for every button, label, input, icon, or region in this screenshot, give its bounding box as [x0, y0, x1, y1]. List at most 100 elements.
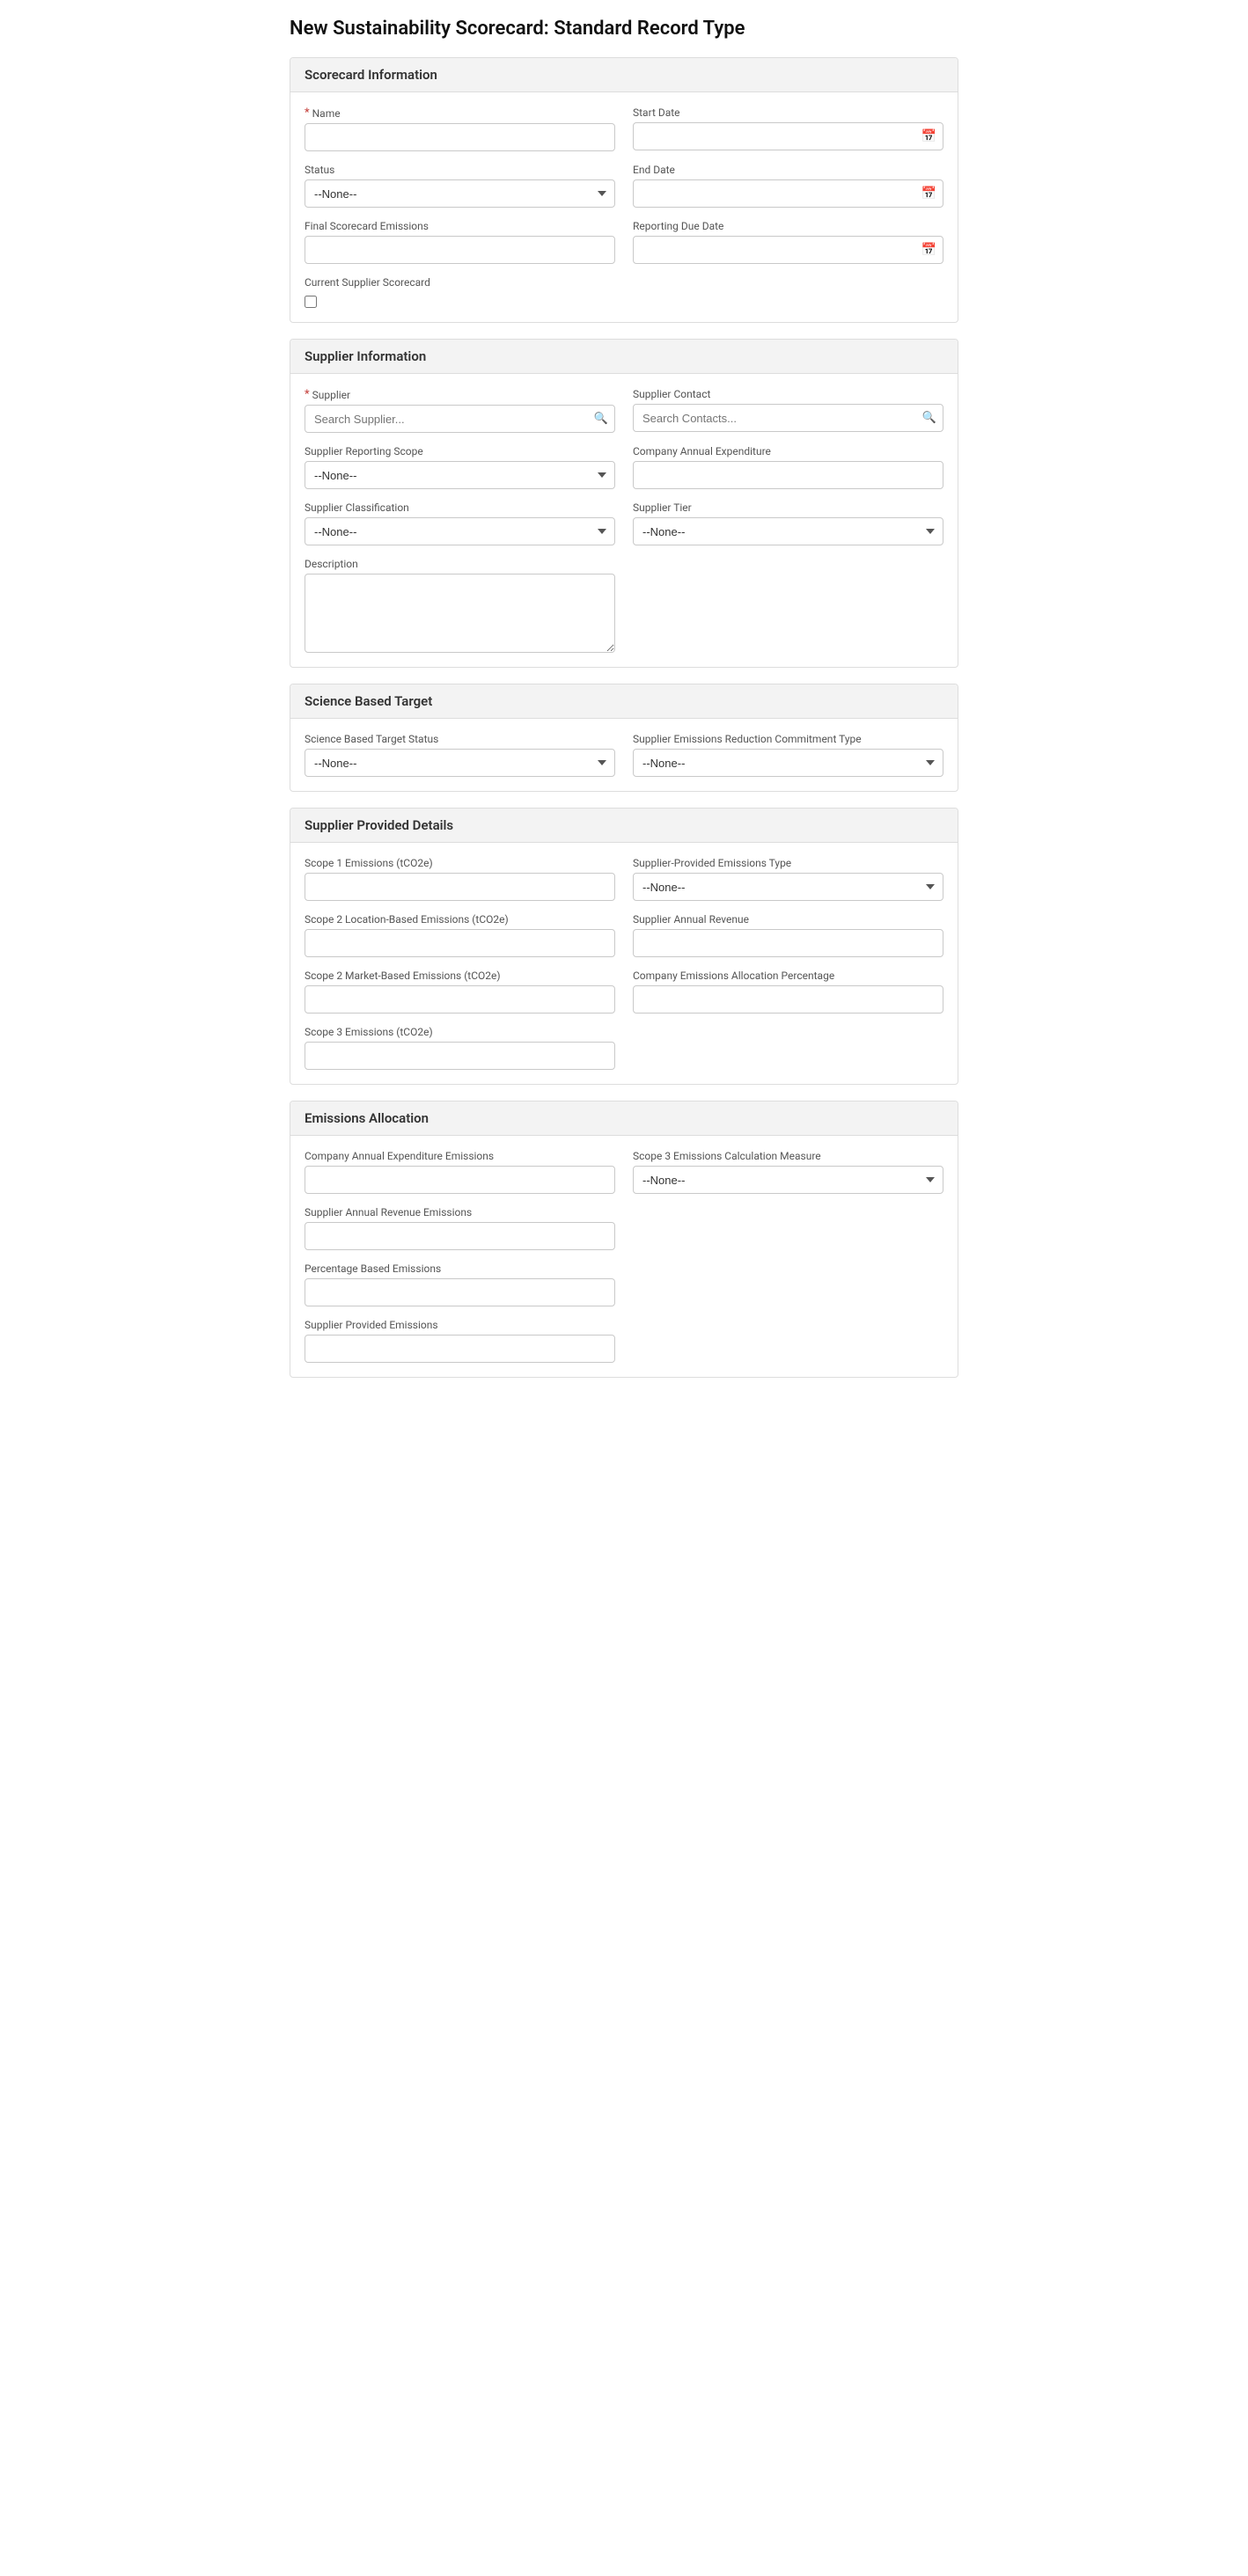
supplier-information-header: Supplier Information — [290, 340, 958, 374]
end-date-wrapper: 📅 — [633, 179, 943, 208]
company-annual-expenditure-emissions-input[interactable] — [305, 1166, 615, 1194]
company-annual-expenditure-label: Company Annual Expenditure — [633, 445, 943, 457]
supplier-information-section: Supplier Information * Supplier 🔍 Suppli… — [290, 339, 958, 668]
scope-3-emissions-calculation-measure-label: Scope 3 Emissions Calculation Measure — [633, 1150, 943, 1162]
scorecard-information-section: Scorecard Information * Name Start Date … — [290, 57, 958, 323]
final-scorecard-emissions-label: Final Scorecard Emissions — [305, 220, 615, 232]
supplier-emissions-reduction-commitment-type-group: Supplier Emissions Reduction Commitment … — [633, 733, 943, 777]
supplier-tier-select-wrapper: --None-- — [633, 517, 943, 545]
supplier-provided-emissions-input[interactable] — [305, 1335, 615, 1363]
supplier-search-wrapper: 🔍 — [305, 405, 615, 433]
end-date-label: End Date — [633, 164, 943, 176]
supplier-annual-revenue-emissions-group: Supplier Annual Revenue Emissions — [305, 1206, 615, 1250]
company-emissions-allocation-percentage-group: Company Emissions Allocation Percentage — [633, 970, 943, 1014]
supplier-annual-revenue-emissions-label: Supplier Annual Revenue Emissions — [305, 1206, 615, 1218]
start-date-input[interactable] — [633, 122, 943, 150]
company-annual-expenditure-input[interactable] — [633, 461, 943, 489]
spd-row-2: Scope 2 Location-Based Emissions (tCO2e)… — [305, 913, 943, 957]
reporting-due-date-input[interactable] — [633, 236, 943, 264]
spd-row4-right-empty — [633, 1026, 943, 1070]
supplier-provided-emissions-type-select-wrapper: --None-- — [633, 873, 943, 901]
science-based-target-status-select[interactable]: --None-- — [305, 749, 615, 777]
current-supplier-scorecard-checkbox-wrapper — [305, 296, 615, 308]
company-annual-expenditure-group: Company Annual Expenditure — [633, 445, 943, 489]
supplier-provided-emissions-type-select[interactable]: --None-- — [633, 873, 943, 901]
ea-row-4: Supplier Provided Emissions — [305, 1319, 943, 1363]
scope-3-emissions-group: Scope 3 Emissions (tCO2e) — [305, 1026, 615, 1070]
supplier-contact-search-input[interactable] — [633, 404, 943, 432]
description-textarea[interactable] — [305, 574, 615, 653]
scope-2-market-emissions-input[interactable] — [305, 985, 615, 1014]
scope-2-market-emissions-group: Scope 2 Market-Based Emissions (tCO2e) — [305, 970, 615, 1014]
description-label: Description — [305, 558, 615, 570]
ea-row-3: Percentage Based Emissions — [305, 1262, 943, 1306]
name-input[interactable] — [305, 123, 615, 151]
science-based-target-status-select-wrapper: --None-- — [305, 749, 615, 777]
scope-3-emissions-input[interactable] — [305, 1042, 615, 1070]
science-based-target-status-group: Science Based Target Status --None-- — [305, 733, 615, 777]
current-supplier-scorecard-checkbox[interactable] — [305, 296, 317, 308]
status-select[interactable]: --None-- — [305, 179, 615, 208]
company-annual-expenditure-emissions-label: Company Annual Expenditure Emissions — [305, 1150, 615, 1162]
name-group: * Name — [305, 106, 615, 151]
current-supplier-scorecard-group: Current Supplier Scorecard — [305, 276, 615, 308]
description-group: Description — [305, 558, 615, 653]
supplier-classification-group: Supplier Classification --None-- — [305, 501, 615, 545]
supplier-row-2: Supplier Reporting Scope --None-- Compan… — [305, 445, 943, 489]
science-based-target-status-label: Science Based Target Status — [305, 733, 615, 745]
company-emissions-allocation-percentage-label: Company Emissions Allocation Percentage — [633, 970, 943, 982]
status-select-wrapper: --None-- — [305, 179, 615, 208]
end-date-input[interactable] — [633, 179, 943, 208]
supplier-provided-emissions-label: Supplier Provided Emissions — [305, 1319, 615, 1331]
sbt-row-1: Science Based Target Status --None-- Sup… — [305, 733, 943, 777]
supplier-annual-revenue-input[interactable] — [633, 929, 943, 957]
percentage-based-emissions-group: Percentage Based Emissions — [305, 1262, 615, 1306]
start-date-label: Start Date — [633, 106, 943, 119]
emissions-allocation-header: Emissions Allocation — [290, 1101, 958, 1136]
supplier-reporting-scope-label: Supplier Reporting Scope — [305, 445, 615, 457]
supplier-classification-select-wrapper: --None-- — [305, 517, 615, 545]
scope-1-emissions-input[interactable] — [305, 873, 615, 901]
percentage-based-emissions-label: Percentage Based Emissions — [305, 1262, 615, 1275]
science-based-target-header: Science Based Target — [290, 684, 958, 719]
ea-row4-right-empty — [633, 1319, 943, 1363]
supplier-emissions-reduction-commitment-type-select[interactable]: --None-- — [633, 749, 943, 777]
final-scorecard-emissions-group: Final Scorecard Emissions — [305, 220, 615, 264]
spd-row-3: Scope 2 Market-Based Emissions (tCO2e) C… — [305, 970, 943, 1014]
scorecard-row-2: Status --None-- End Date 📅 — [305, 164, 943, 208]
supplier-annual-revenue-emissions-input[interactable] — [305, 1222, 615, 1250]
ea-row2-right-empty — [633, 1206, 943, 1250]
scope-3-emissions-calculation-measure-select-wrapper: --None-- — [633, 1166, 943, 1194]
supplier-search-input[interactable] — [305, 405, 615, 433]
supplier-tier-select[interactable]: --None-- — [633, 517, 943, 545]
supplier-reporting-scope-select[interactable]: --None-- — [305, 461, 615, 489]
page-title: New Sustainability Scorecard: Standard R… — [290, 18, 958, 40]
scope-2-location-emissions-input[interactable] — [305, 929, 615, 957]
science-based-target-section: Science Based Target Science Based Targe… — [290, 684, 958, 792]
scorecard-row-4: Current Supplier Scorecard — [305, 276, 943, 308]
scorecard-information-header: Scorecard Information — [290, 58, 958, 92]
supplier-row-3: Supplier Classification --None-- Supplie… — [305, 501, 943, 545]
company-emissions-allocation-percentage-input[interactable] — [633, 985, 943, 1014]
percentage-based-emissions-input[interactable] — [305, 1278, 615, 1306]
scope-2-location-emissions-label: Scope 2 Location-Based Emissions (tCO2e) — [305, 913, 615, 926]
supplier-group: * Supplier 🔍 — [305, 388, 615, 433]
scope-1-emissions-group: Scope 1 Emissions (tCO2e) — [305, 857, 615, 901]
supplier-required-star: * — [305, 388, 310, 401]
scope-3-emissions-calculation-measure-select[interactable]: --None-- — [633, 1166, 943, 1194]
supplier-contact-label: Supplier Contact — [633, 388, 943, 400]
supplier-provided-emissions-type-group: Supplier-Provided Emissions Type --None-… — [633, 857, 943, 901]
supplier-label: * Supplier — [305, 388, 615, 401]
supplier-provided-emissions-group: Supplier Provided Emissions — [305, 1319, 615, 1363]
name-label: * Name — [305, 106, 615, 120]
end-date-group: End Date 📅 — [633, 164, 943, 208]
scorecard-row-1: * Name Start Date 📅 — [305, 106, 943, 151]
supplier-row-1: * Supplier 🔍 Supplier Contact 🔍 — [305, 388, 943, 433]
spd-row-4: Scope 3 Emissions (tCO2e) — [305, 1026, 943, 1070]
supplier-emissions-reduction-commitment-type-label: Supplier Emissions Reduction Commitment … — [633, 733, 943, 745]
final-scorecard-emissions-input[interactable] — [305, 236, 615, 264]
status-group: Status --None-- — [305, 164, 615, 208]
supplier-classification-select[interactable]: --None-- — [305, 517, 615, 545]
ea-row-2: Supplier Annual Revenue Emissions — [305, 1206, 943, 1250]
scope-2-market-emissions-label: Scope 2 Market-Based Emissions (tCO2e) — [305, 970, 615, 982]
